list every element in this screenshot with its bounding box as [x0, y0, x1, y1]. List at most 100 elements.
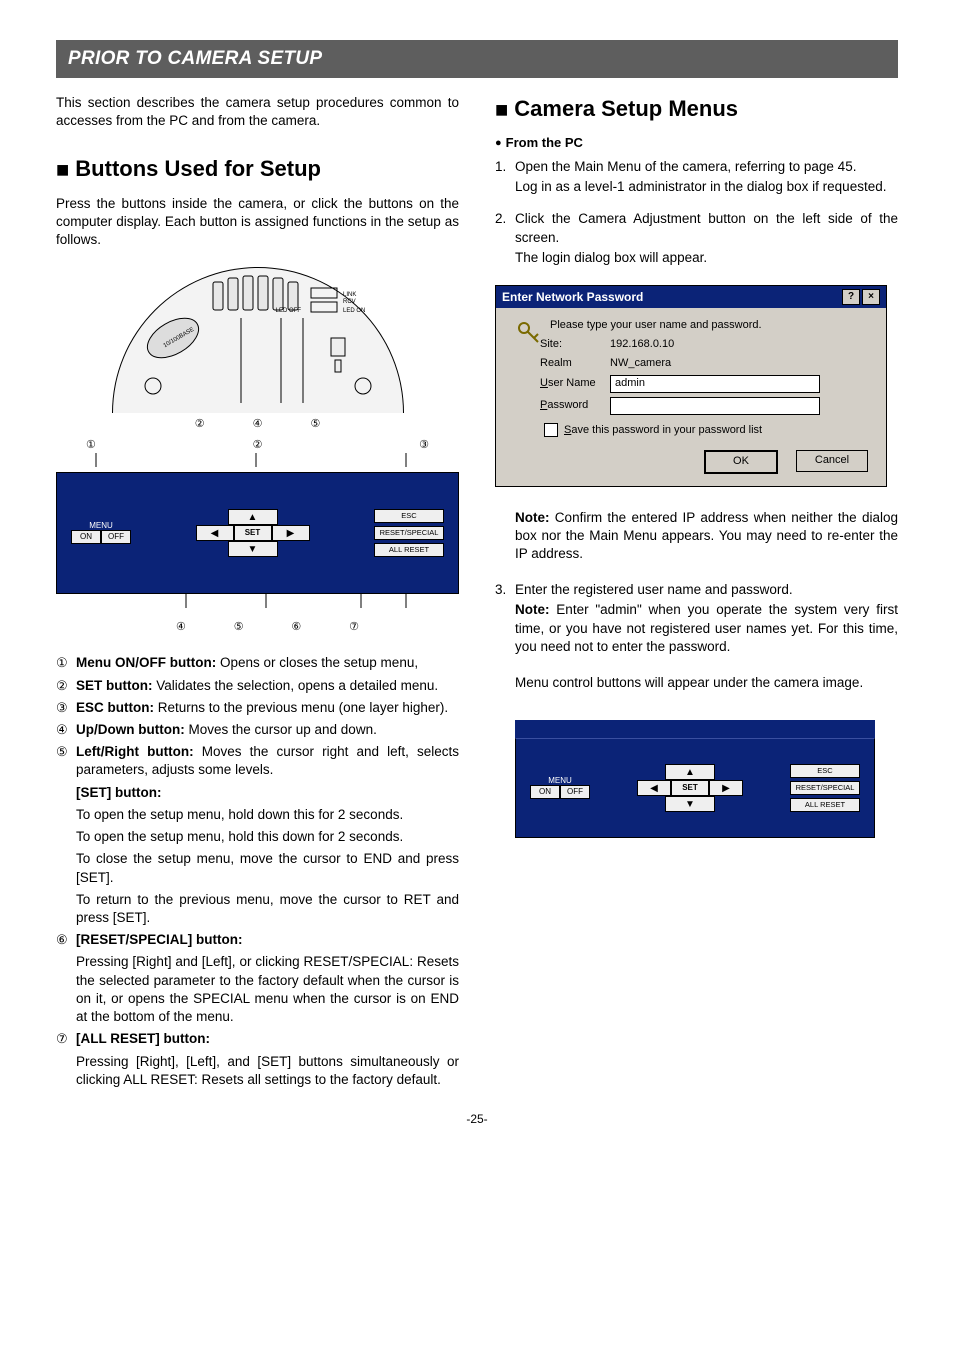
dialog-help-icon[interactable]: ? — [842, 289, 860, 305]
step-3a: Enter the registered user name and passw… — [515, 581, 898, 599]
esc-button[interactable]: ESC — [374, 509, 444, 523]
esc-button-2[interactable]: ESC — [790, 764, 860, 778]
set-button[interactable]: SET — [234, 525, 272, 541]
site-value: 192.168.0.10 — [610, 337, 674, 352]
item-text-3: Returns to the previous menu (one layer … — [154, 700, 448, 715]
panel-ref-2: ② — [253, 438, 263, 453]
buttons-heading-text: Buttons Used for Setup — [75, 156, 321, 181]
note1-text: Confirm the entered IP address when neit… — [515, 510, 898, 561]
set-line-4: To return to the previous menu, move the… — [76, 891, 459, 927]
save-password-checkbox[interactable] — [544, 423, 558, 437]
save-password-label: Save this password in your password list — [564, 423, 762, 438]
item-num-2: ② — [56, 677, 76, 695]
intro-text: This section describes the camera setup … — [56, 94, 459, 130]
allreset-label: [ALL RESET] button: — [76, 1031, 210, 1046]
item-text-2: Validates the selection, opens a detaile… — [152, 678, 438, 693]
reset-special-button-2[interactable]: RESET/SPECIAL — [790, 781, 860, 795]
camera-top-diagram: LINK RCV LED ON LED OFF 10/100BASE — [88, 267, 428, 432]
from-pc-heading: ●From the PC — [495, 134, 898, 152]
realm-value: NW_camera — [610, 356, 671, 371]
dialog-title: Enter Network Password — [502, 289, 643, 305]
note2-label: Note: — [515, 602, 550, 617]
up-button[interactable]: ▲ — [228, 509, 278, 525]
item-num-5: ⑤ — [56, 743, 76, 779]
menu-label-2: MENU — [548, 777, 572, 785]
menu-off-button-2[interactable]: OFF — [560, 785, 590, 799]
step-2b: The login dialog box will appear. — [515, 249, 898, 267]
left-column: This section describes the camera setup … — [56, 94, 459, 1093]
item-num-4: ④ — [56, 721, 76, 739]
set-button-2[interactable]: SET — [671, 780, 709, 796]
password-input[interactable] — [610, 397, 820, 415]
panel-ref-1: ① — [86, 438, 96, 453]
menu-label: MENU — [89, 522, 113, 530]
svg-text:RCV: RCV — [343, 299, 356, 305]
panel-ref-7: ⑦ — [349, 620, 359, 635]
step-1b: Log in as a level-1 administrator in the… — [515, 178, 898, 196]
arc-ref-5: ⑤ — [310, 417, 320, 432]
buttons-heading: ■Buttons Used for Setup — [56, 154, 459, 185]
ok-button[interactable]: OK — [704, 450, 778, 474]
step-2a: Click the Camera Adjustment button on th… — [515, 210, 898, 246]
item-num-3: ③ — [56, 699, 76, 717]
password-dialog: Enter Network Password ? × Please type y… — [495, 285, 887, 487]
svg-text:LINK: LINK — [343, 292, 356, 298]
password-label: Password — [540, 398, 610, 413]
realm-label: Realm — [540, 356, 610, 371]
buttons-lead: Press the buttons inside the camera, or … — [56, 195, 459, 250]
dialog-prompt: Please type your user name and password. — [550, 318, 876, 333]
closing-text: Menu control buttons will appear under t… — [515, 674, 898, 692]
arc-ref-4: ④ — [253, 417, 263, 432]
arc-ref-2: ② — [195, 417, 205, 432]
item-label-2: SET button: — [76, 678, 152, 693]
button-descriptions: ①Menu ON/OFF button: Opens or closes the… — [56, 654, 459, 1089]
menu-on-button-2[interactable]: ON — [530, 785, 560, 799]
down-button-2[interactable]: ▼ — [665, 796, 715, 812]
left-button[interactable]: ◀ — [196, 525, 234, 541]
item-num-7: ⑦ — [56, 1030, 76, 1048]
control-panel-image: MENU ON OFF ▲ ◀ SET ▶ ▼ — [515, 738, 875, 838]
item-label-4: Up/Down button: — [76, 722, 185, 737]
panel-ref-6: ⑥ — [291, 620, 301, 635]
panel-ref-5: ⑤ — [234, 620, 244, 635]
down-button[interactable]: ▼ — [228, 541, 278, 557]
all-reset-button[interactable]: ALL RESET — [374, 543, 444, 557]
control-panel-diagram: MENU ON OFF ▲ ◀ SET ▶ ▼ ESC — [56, 472, 459, 594]
site-label: Site: — [540, 337, 610, 352]
item-text-4: Moves the cursor up and down. — [185, 722, 377, 737]
keys-icon — [516, 320, 542, 346]
set-line-1: To open the setup menu, hold down this f… — [76, 806, 459, 824]
note1-label: Note: — [515, 510, 550, 525]
item-label-3: ESC button: — [76, 700, 154, 715]
from-pc-text: From the PC — [506, 135, 583, 150]
allreset-text: Pressing [Right], [Left], and [SET] butt… — [76, 1053, 459, 1089]
item-num-6: ⑥ — [56, 931, 76, 949]
menus-heading: ■Camera Setup Menus — [495, 94, 898, 125]
page-number: -25- — [56, 1111, 898, 1127]
menu-off-button[interactable]: OFF — [101, 530, 131, 544]
reset-label: [RESET/SPECIAL] button: — [76, 932, 242, 947]
panel-ref-4: ④ — [176, 620, 186, 635]
step-1a: Open the Main Menu of the camera, referr… — [515, 158, 898, 176]
note2-text: Enter "admin" when you operate the syste… — [515, 602, 898, 653]
username-input[interactable]: admin — [610, 375, 820, 393]
set-line-2: To open the setup menu, hold this down f… — [76, 828, 459, 846]
item-num-1: ① — [56, 654, 76, 672]
step-1-num: 1. — [495, 158, 515, 176]
username-label: User Name — [540, 376, 610, 391]
left-button-2[interactable]: ◀ — [637, 780, 671, 796]
step-3-num: 3. — [495, 581, 515, 599]
item-text-1: Opens or closes the setup menu, — [216, 655, 418, 670]
right-button-2[interactable]: ▶ — [709, 780, 743, 796]
right-button[interactable]: ▶ — [272, 525, 310, 541]
dialog-close-icon[interactable]: × — [862, 289, 880, 305]
cancel-button[interactable]: Cancel — [796, 450, 868, 472]
set-block-label: [SET] button: — [76, 785, 161, 800]
svg-text:LED OFF: LED OFF — [275, 308, 301, 314]
reset-special-button[interactable]: RESET/SPECIAL — [374, 526, 444, 540]
set-line-3: To close the setup menu, move the cursor… — [76, 850, 459, 886]
reset-text: Pressing [Right] and [Left], or clicking… — [76, 953, 459, 1026]
menu-on-button[interactable]: ON — [71, 530, 101, 544]
up-button-2[interactable]: ▲ — [665, 764, 715, 780]
all-reset-button-2[interactable]: ALL RESET — [790, 798, 860, 812]
